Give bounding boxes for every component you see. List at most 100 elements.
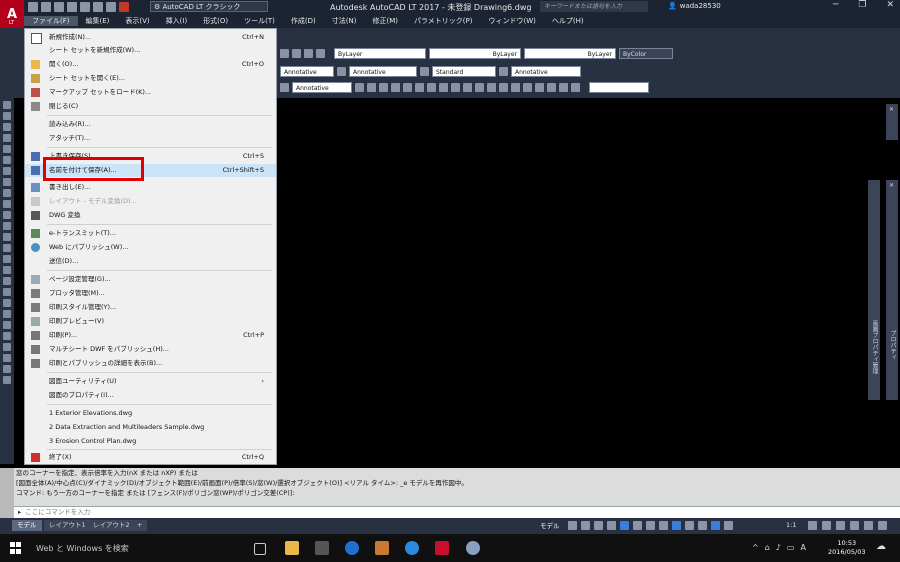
array-icon[interactable] xyxy=(3,365,11,373)
tool-palette-strip[interactable]: ✕ xyxy=(886,104,898,140)
table-style-icon[interactable] xyxy=(420,66,429,76)
dim-arc-icon[interactable] xyxy=(367,82,376,92)
fullscreen-icon[interactable] xyxy=(850,521,859,530)
annotation-visibility-icon[interactable] xyxy=(711,521,720,530)
windows-start-icon[interactable] xyxy=(10,542,22,554)
menu-item-send[interactable]: 送信(D)... xyxy=(25,255,276,268)
hatch-icon[interactable] xyxy=(559,82,568,92)
line-icon[interactable] xyxy=(3,101,11,109)
move-icon[interactable] xyxy=(3,376,11,384)
workspace-select[interactable]: ⚙ AutoCAD LT クラシック xyxy=(150,1,268,12)
insert-icon[interactable] xyxy=(535,82,544,92)
revcloud-icon[interactable] xyxy=(3,178,11,186)
media-icon[interactable] xyxy=(375,541,389,555)
menu-item-import[interactable]: 読み込み(R)... xyxy=(25,118,276,131)
mirror-icon[interactable] xyxy=(3,343,11,351)
command-window-handle[interactable] xyxy=(0,468,14,518)
hatch-tool-icon[interactable] xyxy=(3,255,11,263)
linetype-dropdown[interactable]: ByLayer xyxy=(429,47,521,59)
selection-cycle-icon[interactable] xyxy=(698,521,707,530)
properties-palette-strip[interactable]: ✕ プロパティ xyxy=(886,180,898,400)
model-space-button[interactable]: モデル xyxy=(540,520,560,530)
insert-block-icon[interactable] xyxy=(3,222,11,230)
print-icon[interactable] xyxy=(80,2,90,12)
layer-state-icon[interactable] xyxy=(292,48,301,58)
table-style-dropdown[interactable]: Standard xyxy=(432,65,496,77)
menu-item-plot-details[interactable]: 印刷とパブリッシュの詳細を表示(B)... xyxy=(25,357,276,370)
menu-item-exit[interactable]: 終了(X) Ctrl+Q xyxy=(25,451,276,464)
menu-file[interactable]: ファイル(F) xyxy=(24,16,78,26)
menu-item-open[interactable]: 開く(O)... Ctrl+O xyxy=(25,58,276,71)
dim-angular-icon[interactable] xyxy=(415,82,424,92)
palette-close-icon[interactable]: ✕ xyxy=(888,106,895,113)
store-icon[interactable] xyxy=(315,541,329,555)
undo-icon[interactable] xyxy=(93,2,103,12)
block-icon[interactable] xyxy=(523,82,532,92)
mleader-style-dropdown[interactable]: Annotative xyxy=(511,65,581,77)
menu-item-load-markup[interactable]: マークアップ セットをロード(K)... xyxy=(25,86,276,99)
help-icon[interactable] xyxy=(316,48,325,58)
tab-layout1[interactable]: レイアウト1 xyxy=(44,520,91,531)
dim-baseline-icon[interactable] xyxy=(439,82,448,92)
gradient-icon[interactable] xyxy=(3,266,11,274)
menu-insert[interactable]: 挿入(I) xyxy=(158,16,196,26)
isodraft-icon[interactable] xyxy=(633,521,642,530)
tolerance-icon[interactable] xyxy=(475,82,484,92)
ortho-icon[interactable] xyxy=(607,521,616,530)
layer-palette-strip[interactable]: 画層プロパティ管理 xyxy=(868,180,880,400)
palette-close-icon[interactable]: ✕ xyxy=(888,182,895,189)
spline-icon[interactable] xyxy=(3,189,11,197)
osnap-track-icon[interactable] xyxy=(646,521,655,530)
polyline-icon[interactable] xyxy=(3,123,11,131)
workspace-gear-icon[interactable] xyxy=(808,521,817,530)
menu-item-recent-2[interactable]: 2 Data Extraction and Multileaders Sampl… xyxy=(25,421,276,434)
menu-dimension[interactable]: 寸法(N) xyxy=(324,16,365,26)
new-icon[interactable] xyxy=(28,2,38,12)
blank-dropdown[interactable] xyxy=(589,81,649,93)
copy-icon[interactable] xyxy=(3,332,11,340)
menu-view[interactable]: 表示(V) xyxy=(117,16,157,26)
center-mark-icon[interactable] xyxy=(463,82,472,92)
notification-cloud-icon[interactable]: ☁ xyxy=(876,541,886,552)
menu-item-plot-style[interactable]: 印刷スタイル管理(Y)... xyxy=(25,301,276,314)
menu-tools[interactable]: ツール(T) xyxy=(236,16,283,26)
saveas-icon[interactable] xyxy=(67,2,77,12)
task-view-icon[interactable] xyxy=(254,543,266,555)
tab-add[interactable]: + xyxy=(132,520,148,531)
explorer-icon[interactable] xyxy=(285,541,299,555)
lineweight-icon[interactable] xyxy=(672,521,681,530)
dim-quick-icon[interactable] xyxy=(427,82,436,92)
paint-icon[interactable] xyxy=(466,541,480,555)
mleader-style-icon[interactable] xyxy=(499,66,508,76)
infer-icon[interactable] xyxy=(594,521,603,530)
snap-icon[interactable] xyxy=(581,521,590,530)
polar-icon[interactable] xyxy=(620,521,629,530)
menu-item-drawing-properties[interactable]: 図面のプロパティ(I)... xyxy=(25,389,276,402)
transparency-icon[interactable] xyxy=(685,521,694,530)
menu-item-publish-dwf[interactable]: マルチシート DWF をパブリッシュ(H)... xyxy=(25,343,276,356)
user-account[interactable]: 👤 wada28530 xyxy=(668,2,721,10)
network-icon[interactable]: ⌂ xyxy=(765,543,770,552)
menu-item-export[interactable]: 書き出し(E)... xyxy=(25,181,276,194)
view-icon[interactable] xyxy=(511,82,520,92)
lineweight-dropdown[interactable]: ByLayer xyxy=(524,47,616,59)
menu-item-recent-3[interactable]: 3 Erosion Control Plan.dwg xyxy=(25,435,276,448)
row3-style-dropdown[interactable]: Annotative xyxy=(292,81,352,93)
plotstyle-dropdown[interactable]: ByColor xyxy=(619,47,673,59)
arc-icon[interactable] xyxy=(3,156,11,164)
dim-linear-icon[interactable] xyxy=(280,82,289,92)
menu-item-drawing-utilities[interactable]: 図面ユーティリティ(U) › xyxy=(25,375,276,388)
menu-window[interactable]: ウィンドウ(W) xyxy=(480,16,543,26)
match-icon[interactable] xyxy=(304,48,313,58)
menu-item-plot[interactable]: 印刷(P)... Ctrl+P xyxy=(25,329,276,342)
menu-item-page-setup[interactable]: ページ設定管理(G)... xyxy=(25,273,276,286)
dim-aligned-icon[interactable] xyxy=(355,82,364,92)
annotation-monitor-icon[interactable] xyxy=(822,521,831,530)
region-icon[interactable] xyxy=(571,82,580,92)
dim-continue-icon[interactable] xyxy=(451,82,460,92)
make-block-icon[interactable] xyxy=(3,233,11,241)
ellipse-icon[interactable] xyxy=(3,200,11,208)
tab-model[interactable]: モデル xyxy=(12,520,42,531)
dim-radius-icon[interactable] xyxy=(391,82,400,92)
text-style-dropdown[interactable]: Annotative xyxy=(280,65,334,77)
